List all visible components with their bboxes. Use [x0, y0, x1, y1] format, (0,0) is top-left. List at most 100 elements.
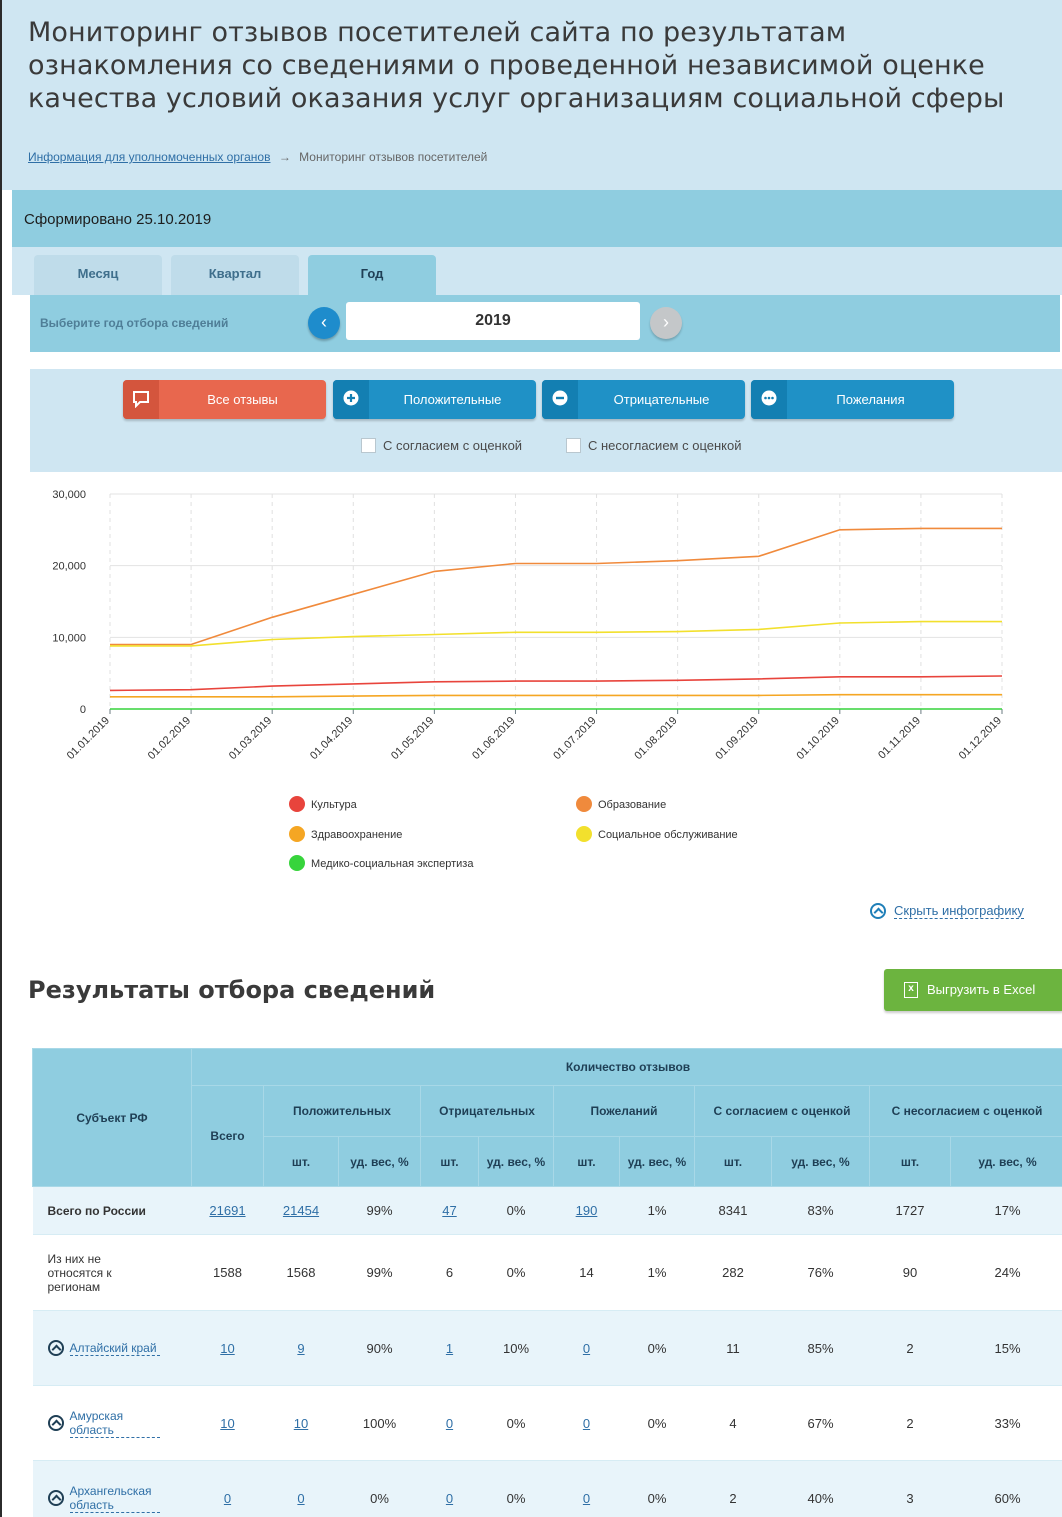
cell-neg-link[interactable]: 0 — [446, 1416, 453, 1431]
cell-agree-pct: 67% — [771, 1385, 870, 1461]
expand-region-icon[interactable] — [47, 1490, 64, 1506]
legend-item-healthcare[interactable]: Здравоохранение — [289, 826, 402, 842]
year-value[interactable]: 2019 — [346, 302, 640, 340]
legend-dot-healthcare — [289, 826, 305, 842]
cell-wish: 14 — [553, 1234, 620, 1311]
filter-panel: Все отзывы Положительные Отрицательные П… — [30, 369, 1062, 472]
cell-pos-link[interactable]: 10 — [294, 1416, 308, 1431]
period-tabs: Месяц Квартал Год — [12, 247, 1062, 295]
series-line — [109, 675, 1003, 692]
filter-all-button[interactable]: Все отзывы — [123, 380, 326, 419]
tab-quarter[interactable]: Квартал — [171, 255, 299, 295]
filter-positive-button[interactable]: Положительные — [333, 380, 536, 419]
disagree-checkbox-label: С несогласием с оценкой — [588, 438, 742, 453]
filter-wishes-button[interactable]: Пожелания — [751, 380, 954, 419]
cell-neg-link[interactable]: 1 — [446, 1341, 453, 1356]
reviews-line-chart: 0 10,000 20,000 30,000 01.01.2019 01.02.2019 0… — [52, 489, 1004, 762]
cell-neg-link[interactable]: 0 — [446, 1491, 453, 1506]
x-tick-label: 01.06.2019 — [470, 715, 517, 762]
expand-region-icon[interactable] — [47, 1340, 64, 1356]
cell-pos-link[interactable]: 9 — [297, 1341, 304, 1356]
chart-legend: Культура Образование Здравоохранение Соц… — [2, 790, 1062, 880]
region-link[interactable]: Алтайский край — [69, 1341, 160, 1356]
region-link[interactable]: Архангельская область — [69, 1484, 160, 1513]
filter-negative-button[interactable]: Отрицательные — [542, 380, 745, 419]
cell-wish-link[interactable]: 190 — [576, 1203, 598, 1218]
row-subject: Алтайский край — [32, 1310, 192, 1386]
col-wishes: Пожеланий — [553, 1085, 695, 1137]
results-title: Результаты отбора сведений — [28, 976, 436, 1004]
row-subject: Архангельская область — [32, 1460, 192, 1517]
legend-item-social-service[interactable]: Социальное обслуживание — [576, 826, 738, 842]
col-negative: Отрицательных — [420, 1085, 554, 1137]
y-tick-label: 10,000 — [52, 632, 86, 644]
disagree-checkbox[interactable]: С несогласием с оценкой — [566, 438, 741, 453]
y-tick-label: 0 — [80, 704, 86, 716]
legend-label-healthcare: Здравоохранение — [311, 829, 403, 841]
col-pos-pcs: шт. — [263, 1136, 339, 1187]
formed-date: Сформировано 25.10.2019 — [24, 211, 212, 228]
cell-wish-link[interactable]: 0 — [583, 1341, 590, 1356]
cell-dis-pct: 33% — [950, 1385, 1062, 1461]
cell-agree-pct: 76% — [771, 1234, 870, 1311]
cell-dis: 3 — [869, 1460, 951, 1517]
legend-item-education[interactable]: Образование — [576, 796, 666, 812]
cell-pos-link[interactable]: 0 — [297, 1491, 304, 1506]
page: Мониторинг отзывов посетителей сайта по … — [0, 0, 1062, 1517]
cell-total-link[interactable]: 10 — [220, 1341, 234, 1356]
cell-agree: 282 — [694, 1234, 772, 1311]
chevron-right-icon[interactable]: › — [650, 307, 682, 339]
y-tick-label: 20,000 — [52, 561, 86, 573]
cell-agree: 8341 — [694, 1186, 772, 1235]
formed-bar: Сформировано 25.10.2019 — [12, 190, 1062, 247]
cell-total-link[interactable]: 21691 — [209, 1203, 245, 1218]
breadcrumb-link-authorities[interactable]: Информация для уполномоченных органов — [28, 150, 270, 164]
cell-wish-link[interactable]: 0 — [583, 1416, 590, 1431]
cell-neg-pct: 0% — [478, 1234, 554, 1311]
cell-dis-pct: 17% — [950, 1186, 1062, 1235]
region-link[interactable]: Амурская область — [69, 1409, 160, 1438]
legend-item-culture[interactable]: Культура — [289, 796, 357, 812]
legend-label-social-service: Социальное обслуживание — [598, 829, 738, 841]
cell-total-link[interactable]: 0 — [224, 1491, 231, 1506]
cell-agree: 4 — [694, 1385, 772, 1461]
tab-year[interactable]: Год — [308, 255, 436, 295]
export-excel-button[interactable]: x Выгрузить в Excel — [884, 969, 1062, 1011]
cell-total-link[interactable]: 10 — [220, 1416, 234, 1431]
breadcrumb: Информация для уполномоченных органов → … — [28, 150, 487, 164]
dots-bubble-icon — [751, 380, 787, 419]
x-tick-label: 01.07.2019 — [551, 715, 598, 762]
row-subject: Из них не относятся к регионам — [32, 1234, 192, 1311]
col-total: Всего — [191, 1085, 264, 1187]
cell-wish-link[interactable]: 0 — [583, 1491, 590, 1506]
cell-neg-link[interactable]: 47 — [442, 1203, 456, 1218]
filter-wishes-label: Пожелания — [836, 392, 905, 407]
chevron-left-icon[interactable]: ‹ — [308, 307, 340, 339]
filter-all-label: Все отзывы — [207, 392, 278, 407]
x-tick-label: 01.11.2019 — [876, 715, 923, 762]
filter-positive-label: Положительные — [403, 392, 502, 407]
hide-infographic-link[interactable]: Скрыть инфографику — [870, 903, 1024, 919]
cell-pos-pct: 99% — [338, 1186, 421, 1235]
row-subject: Всего по России — [32, 1186, 192, 1235]
cell-neg-pct: 10% — [478, 1310, 554, 1386]
disagree-checkbox-box[interactable] — [566, 438, 581, 453]
cell-neg-pct: 0% — [478, 1186, 554, 1235]
cell-wish-pct: 1% — [619, 1234, 695, 1311]
expand-region-icon[interactable] — [47, 1415, 64, 1431]
page-header: Мониторинг отзывов посетителей сайта по … — [2, 0, 1062, 190]
agree-checkbox-box[interactable] — [361, 438, 376, 453]
series-line — [110, 527, 1002, 646]
cell-pos-pct: 99% — [338, 1234, 421, 1311]
x-tick-label: 01.03.2019 — [227, 715, 274, 762]
breadcrumb-current: Мониторинг отзывов посетителей — [299, 150, 488, 164]
cell-dis-pct: 60% — [950, 1460, 1062, 1517]
cell-total: 1588 — [191, 1234, 264, 1311]
cell-pos-link[interactable]: 21454 — [283, 1203, 319, 1218]
agree-checkbox[interactable]: С согласием с оценкой — [361, 438, 522, 453]
legend-item-medical-expertise[interactable]: Медико-социальная экспертиза — [289, 855, 473, 871]
tab-month[interactable]: Месяц — [34, 255, 162, 295]
plus-bubble-icon — [333, 380, 369, 419]
cell-dis-pct: 15% — [950, 1310, 1062, 1386]
col-dis-share: уд. вес, % — [949, 1136, 1062, 1187]
